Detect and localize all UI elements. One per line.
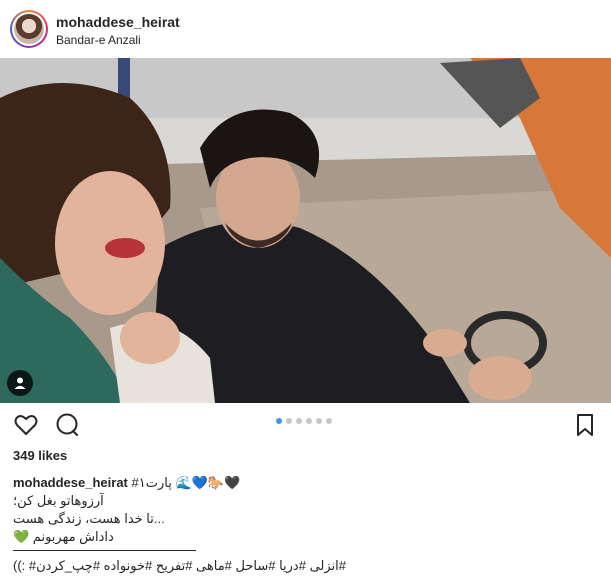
carousel-dot[interactable] — [286, 418, 292, 424]
person-tag-glyph — [14, 377, 26, 389]
bookmark-icon[interactable] — [572, 412, 598, 438]
likes-count[interactable]: 349 likes — [13, 448, 67, 463]
caption-text-line2: آرزوهاتو بغل کن؛ — [13, 493, 104, 508]
caption-text-line3: ...تا خدا هست، زندگی هست — [13, 511, 165, 526]
caption-text-line1: #پارت۱ 🌊💙🐎🖤 — [131, 475, 241, 490]
caption-text-line4: داداش مهربونم 💚 — [13, 529, 114, 544]
caption-author[interactable]: mohaddese_heirat — [13, 475, 128, 490]
carousel-dot[interactable] — [316, 418, 322, 424]
caption-divider — [13, 550, 196, 551]
heart-icon[interactable] — [13, 412, 39, 438]
instagram-post: mohaddese_heirat Bandar-e Anzali 349 lik… — [0, 0, 611, 583]
username-link[interactable]: mohaddese_heirat — [56, 14, 180, 30]
post-header: mohaddese_heirat Bandar-e Anzali — [0, 0, 611, 58]
carousel-dot-active[interactable] — [276, 418, 282, 424]
comment-glyph — [56, 413, 78, 436]
caption-hashtags[interactable]: #انزلی #دریا #ساحل #ماهی #تفریح #خونواده… — [13, 557, 593, 575]
caption-first-line: mohaddese_heirat #پارت۱ 🌊💙🐎🖤 — [13, 474, 593, 492]
carousel-dot[interactable] — [296, 418, 302, 424]
bookmark-glyph — [577, 414, 593, 436]
carousel-dot[interactable] — [306, 418, 312, 424]
post-photo[interactable] — [0, 58, 611, 403]
photo-illustration — [0, 58, 611, 403]
avatar[interactable] — [10, 10, 48, 48]
carousel-indicator — [276, 418, 332, 426]
comment-icon[interactable] — [54, 412, 80, 438]
heart-glyph — [14, 415, 38, 435]
avatar-border — [12, 12, 46, 46]
post-caption: mohaddese_heirat #پارت۱ 🌊💙🐎🖤 آرزوهاتو بغ… — [13, 474, 593, 575]
person-tag-icon[interactable] — [7, 370, 33, 396]
carousel-dot[interactable] — [326, 418, 332, 424]
avatar-image — [14, 14, 44, 44]
location-link[interactable]: Bandar-e Anzali — [56, 33, 141, 47]
